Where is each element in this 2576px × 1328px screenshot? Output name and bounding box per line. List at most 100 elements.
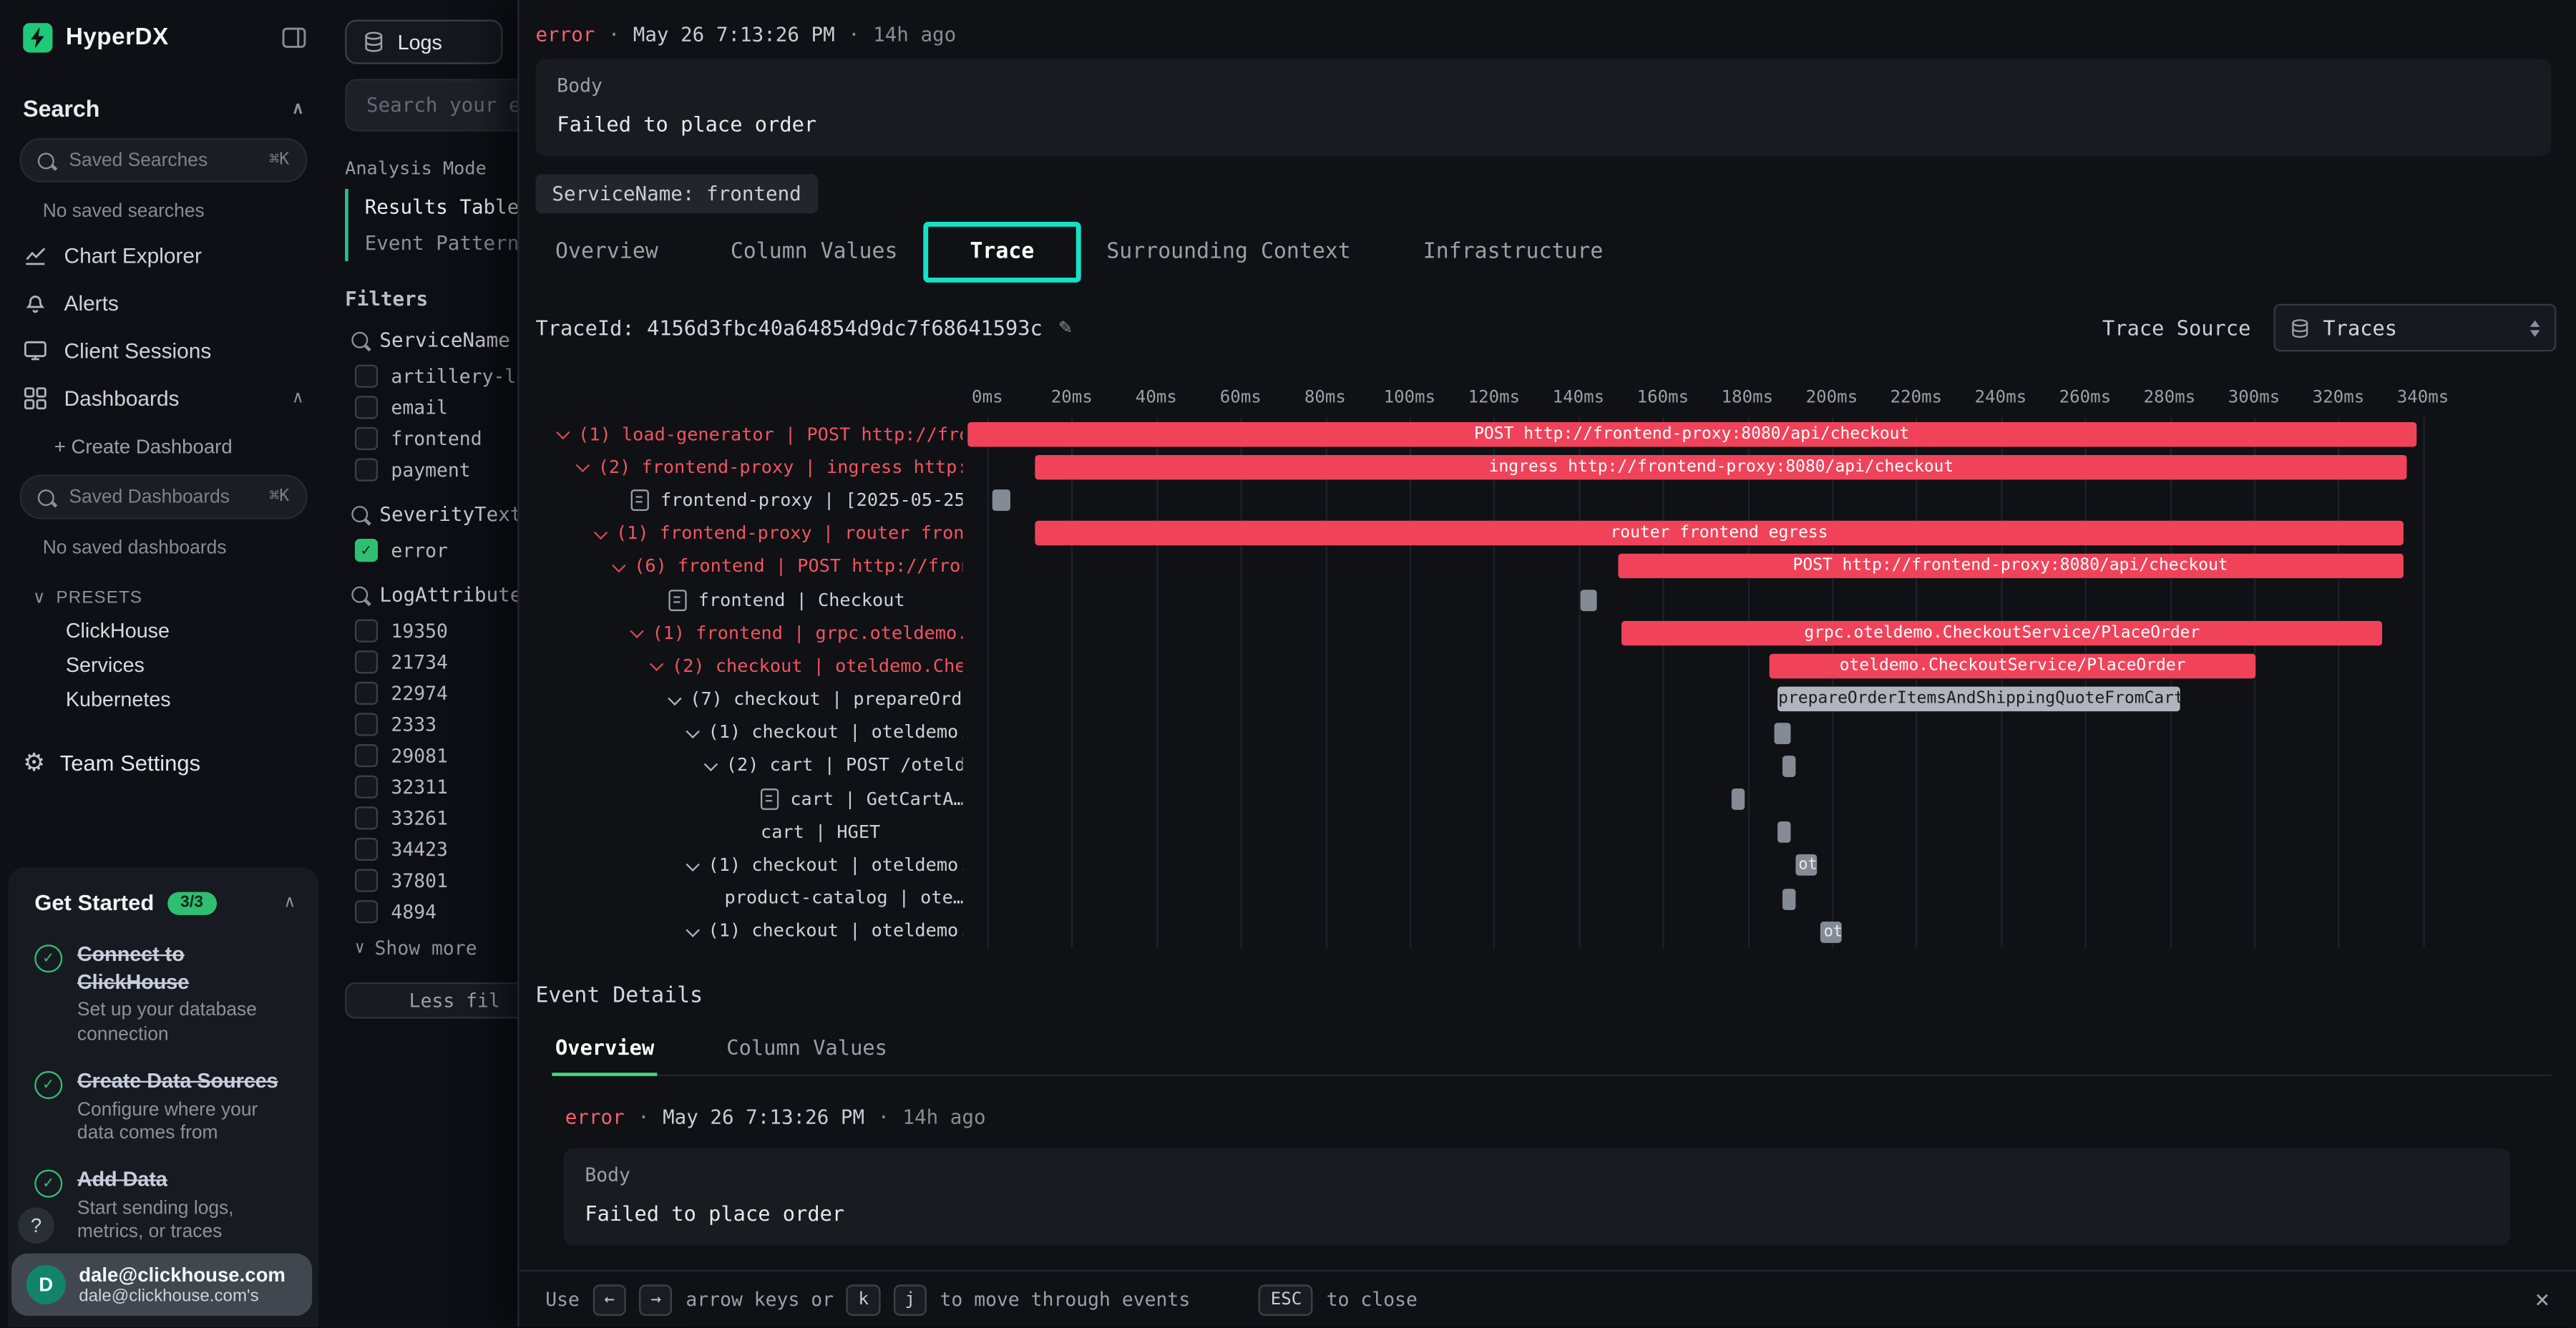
- trace-row[interactable]: product-catalog | ote…: [535, 882, 2576, 914]
- chevron-down-icon[interactable]: [612, 558, 625, 572]
- trace-row[interactable]: (1) checkout | oteldemo.… ot: [535, 849, 2576, 882]
- trace-row-label[interactable]: (1) frontend | grpc.oteldemo.C…: [535, 616, 962, 649]
- close-icon[interactable]: ×: [2535, 1284, 2550, 1314]
- chevron-down-icon[interactable]: [686, 923, 699, 937]
- get-started-item[interactable]: ✓ Add Data Start sending logs, metrics, …: [24, 1157, 302, 1256]
- collapse-sidebar-icon[interactable]: [281, 24, 308, 51]
- trace-source-select[interactable]: Traces: [2274, 304, 2557, 352]
- trace-row[interactable]: (2) cart | POST /oteld…: [535, 749, 2576, 782]
- trace-span-bar[interactable]: [993, 490, 1010, 512]
- trace-row-label[interactable]: (2) checkout | oteldemo.Chec…: [535, 650, 962, 683]
- sidebar-item-client-sessions[interactable]: Client Sessions: [0, 327, 327, 375]
- trace-row[interactable]: (1) frontend | grpc.oteldemo.C… grpc.otel…: [535, 616, 2576, 649]
- trace-span-bar[interactable]: [1782, 756, 1795, 777]
- trace-span-bar[interactable]: POST http://frontend-proxy:8080/api/chec…: [967, 421, 2416, 446]
- trace-span-bar[interactable]: router frontend egress: [1035, 521, 2404, 545]
- trace-row-label[interactable]: cart | HGET: [535, 815, 962, 848]
- sidebar-item-dashboards[interactable]: Dashboards ∧: [0, 374, 327, 422]
- trace-row[interactable]: (1) frontend-proxy | router fronte… route…: [535, 517, 2576, 550]
- trace-span-bar[interactable]: [1774, 722, 1791, 743]
- trace-row-label[interactable]: (2) cart | POST /oteld…: [535, 749, 962, 782]
- trace-span-bar[interactable]: [1580, 590, 1597, 611]
- checkbox[interactable]: [355, 364, 378, 387]
- saved-dashboards-search[interactable]: ⌘K: [20, 475, 308, 519]
- checkbox[interactable]: [355, 681, 378, 704]
- chevron-down-icon[interactable]: [704, 757, 718, 771]
- trace-span-bar[interactable]: [1732, 788, 1745, 810]
- get-started-item[interactable]: ✓ Connect to ClickHouse Set up your data…: [24, 932, 302, 1058]
- chevron-down-icon[interactable]: [686, 856, 699, 870]
- chevron-down-icon[interactable]: [556, 426, 570, 439]
- chevron-down-icon[interactable]: [668, 691, 681, 705]
- chevron-down-icon[interactable]: [594, 525, 608, 539]
- trace-row[interactable]: (2) checkout | oteldemo.Chec… oteldemo.Ch…: [535, 650, 2576, 683]
- saved-searches-search[interactable]: ⌘K: [20, 138, 308, 182]
- checkbox[interactable]: [355, 837, 378, 860]
- event-details-tab-column-values[interactable]: Column Values: [723, 1025, 891, 1075]
- sidebar-item-clickhouse[interactable]: ClickHouse: [0, 615, 327, 649]
- trace-row[interactable]: frontend-proxy | [2025-05-25T2…: [535, 484, 2576, 517]
- user-account-button[interactable]: D dale@clickhouse.com dale@clickhouse.co…: [11, 1254, 312, 1316]
- trace-span-bar[interactable]: grpc.oteldemo.CheckoutService/PlaceOrder: [1622, 620, 2382, 645]
- trace-row-label[interactable]: (1) checkout | oteldemo.…: [535, 849, 962, 882]
- trace-row[interactable]: cart | GetCartA…: [535, 782, 2576, 815]
- trace-row-label[interactable]: (2) frontend-proxy | ingress http://…: [535, 451, 962, 484]
- trace-row-label[interactable]: (6) frontend | POST http://front…: [535, 550, 962, 583]
- trace-span-bar[interactable]: prepareOrderItemsAndShippingQuoteFromCar…: [1778, 687, 2180, 711]
- checkbox[interactable]: [355, 868, 378, 891]
- saved-searches-input[interactable]: [66, 149, 258, 172]
- trace-row-label[interactable]: (1) checkout | oteldemo.…: [535, 914, 962, 947]
- checkbox[interactable]: [355, 899, 378, 922]
- presets-header[interactable]: ∨ PRESETS: [0, 568, 327, 614]
- trace-row[interactable]: (1) checkout | oteldemo.… ot: [535, 914, 2576, 947]
- trace-span-bar[interactable]: [1778, 822, 1791, 844]
- tab-column-values[interactable]: Column Values: [731, 240, 898, 264]
- trace-span-bar[interactable]: ot: [1795, 855, 1816, 877]
- event-details-tab-overview[interactable]: Overview: [552, 1025, 657, 1075]
- chevron-down-icon[interactable]: [686, 724, 699, 738]
- get-started-header[interactable]: Get Started 3/3 ∧: [24, 887, 302, 932]
- trace-row-label[interactable]: product-catalog | ote…: [535, 882, 962, 914]
- checkbox[interactable]: [355, 743, 378, 766]
- trace-row-label[interactable]: frontend | Checkout: [535, 583, 962, 616]
- tab-overview[interactable]: Overview: [555, 240, 658, 264]
- trace-row-label[interactable]: frontend-proxy | [2025-05-25T2…: [535, 484, 962, 517]
- checkbox[interactable]: [355, 775, 378, 798]
- checkbox[interactable]: [355, 650, 378, 673]
- tab-trace[interactable]: Trace: [970, 240, 1034, 264]
- trace-span-bar[interactable]: POST http://frontend-proxy:8080/api/chec…: [1618, 554, 2403, 578]
- service-name-chip[interactable]: ServiceName: frontend: [535, 174, 817, 213]
- trace-span-bar[interactable]: ingress http://frontend-proxy:8080/api/c…: [1035, 454, 2408, 479]
- tab-infrastructure[interactable]: Infrastructure: [1423, 240, 1604, 264]
- checkbox[interactable]: ✓: [355, 538, 378, 561]
- checkbox[interactable]: [355, 618, 378, 641]
- get-started-item[interactable]: ✓ Create Data Sources Configure where yo…: [24, 1058, 302, 1158]
- trace-row-label[interactable]: (1) frontend-proxy | router fronte…: [535, 517, 962, 550]
- trace-row[interactable]: frontend | Checkout: [535, 583, 2576, 616]
- sidebar-item-team-settings[interactable]: ⚙ Team Settings: [0, 718, 327, 788]
- create-dashboard-button[interactable]: + Create Dashboard: [0, 422, 327, 472]
- trace-row-label[interactable]: cart | GetCartA…: [535, 782, 962, 815]
- trace-row[interactable]: (6) frontend | POST http://front… POST ht…: [535, 550, 2576, 583]
- trace-row[interactable]: (1) load-generator | POST http://front…P…: [535, 417, 2576, 450]
- trace-row-label[interactable]: (1) checkout | oteldemo.…: [535, 716, 962, 748]
- trace-row[interactable]: (2) frontend-proxy | ingress http://… ing…: [535, 451, 2576, 484]
- sidebar-item-services[interactable]: Services: [0, 649, 327, 683]
- trace-span-bar[interactable]: ot: [1820, 922, 1841, 943]
- chevron-down-icon[interactable]: [576, 459, 590, 472]
- source-select-button[interactable]: Logs: [345, 20, 502, 64]
- checkbox[interactable]: [355, 806, 378, 829]
- trace-span-bar[interactable]: oteldemo.CheckoutService/PlaceOrder: [1770, 653, 2255, 678]
- checkbox[interactable]: [355, 457, 378, 480]
- sidebar-item-chart-explorer[interactable]: Chart Explorer: [0, 232, 327, 280]
- edit-pencil-icon[interactable]: ✎: [1059, 316, 1072, 340]
- sidebar-item-alerts[interactable]: Alerts: [0, 279, 327, 327]
- chevron-down-icon[interactable]: [650, 658, 663, 671]
- help-button[interactable]: ?: [18, 1207, 54, 1244]
- trace-span-bar[interactable]: [1782, 888, 1795, 909]
- checkbox[interactable]: [355, 395, 378, 418]
- checkbox[interactable]: [355, 712, 378, 735]
- trace-row[interactable]: cart | HGET: [535, 815, 2576, 848]
- chevron-down-icon[interactable]: [630, 625, 643, 638]
- trace-row[interactable]: (1) checkout | oteldemo.…: [535, 716, 2576, 748]
